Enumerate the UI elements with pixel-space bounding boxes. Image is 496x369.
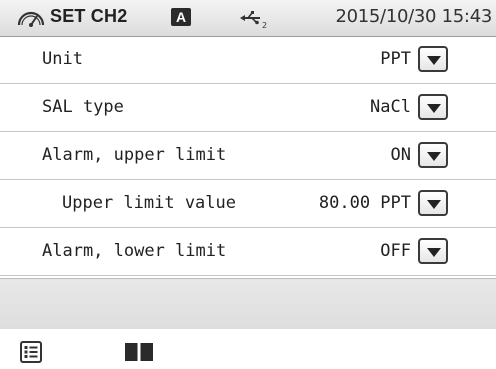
menu-list-icon[interactable] [20,341,42,363]
chevron-down-icon [427,200,441,209]
channel-badge: A [171,8,191,26]
dropdown-button[interactable] [418,190,448,216]
setting-row-alarm-lower[interactable]: Alarm, lower limit OFF [0,229,496,276]
bottom-toolbar [0,329,496,369]
dropdown-button[interactable] [418,238,448,264]
setting-row-sal-type[interactable]: SAL type NaCl [0,85,496,132]
setting-label: Alarm, lower limit [42,241,227,261]
gauge-icon [17,11,45,27]
chevron-down-icon [427,248,441,257]
usb-icon: 2 [240,11,267,29]
setting-row-unit[interactable]: Unit PPT [0,37,496,84]
date-time: 2015/10/30 15:43 [335,6,492,27]
svg-text:2: 2 [262,21,267,29]
setting-value: 80.00 PPT [318,193,411,213]
chevron-down-icon [427,152,441,161]
chevron-down-icon [427,56,441,65]
dropdown-button[interactable] [418,142,448,168]
setting-row-alarm-upper[interactable]: Alarm, upper limit ON [0,133,496,180]
setting-label: Unit [42,49,83,69]
setting-label: SAL type [42,97,124,117]
setting-value: NaCl [370,97,411,117]
dropdown-button[interactable] [418,94,448,120]
dropdown-button[interactable] [418,46,448,72]
screen-title: SET CH2 [50,6,128,26]
empty-area [0,278,496,330]
setting-value: PPT [380,49,411,69]
setting-row-upper-limit-value[interactable]: Upper limit value 80.00 PPT [0,181,496,228]
status-bar: SET CH2 A 2 2015/10/30 15:43 [0,0,496,37]
setting-value: ON [390,145,411,165]
setting-label: Alarm, upper limit [42,145,227,165]
setting-value: OFF [380,241,411,261]
manual-book-icon[interactable] [125,343,153,361]
chevron-down-icon [427,104,441,113]
setting-label: Upper limit value [62,193,236,213]
